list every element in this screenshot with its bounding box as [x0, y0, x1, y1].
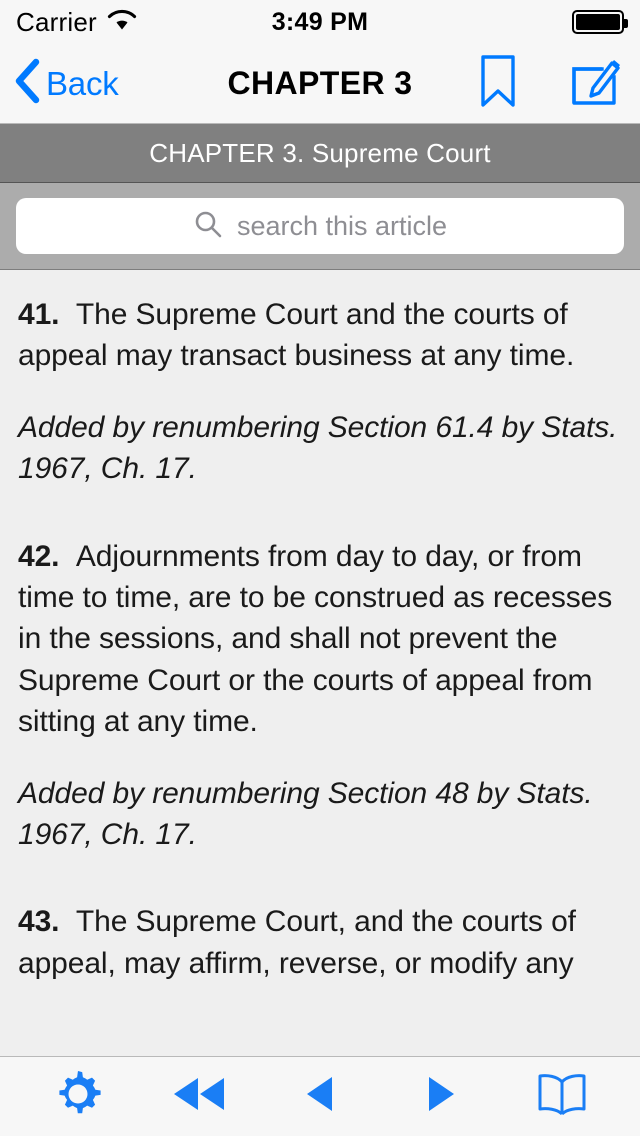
- section-body: 43. The Supreme Court, and the courts of …: [18, 901, 622, 984]
- rewind-icon: [171, 1074, 227, 1119]
- battery-level: [576, 14, 620, 30]
- chapter-header-title: CHAPTER 3. Supreme Court: [149, 137, 491, 168]
- settings-button[interactable]: [38, 1065, 118, 1129]
- section-text: The Supreme Court, and the courts of app…: [18, 905, 576, 980]
- triangle-right-icon: [425, 1074, 457, 1119]
- chapter-header: CHAPTER 3. Supreme Court: [0, 124, 640, 183]
- section-text: Adjournments from day to day, or from ti…: [18, 539, 613, 739]
- navigation-actions: [478, 54, 622, 113]
- battery-cap: [624, 19, 628, 28]
- article-section: 42. Adjournments from day to day, or from…: [18, 536, 622, 856]
- rewind-button[interactable]: [159, 1065, 239, 1129]
- carrier-label: Carrier: [16, 6, 97, 37]
- section-body: 41. The Supreme Court and the courts of a…: [18, 294, 622, 377]
- triangle-left-icon: [304, 1074, 336, 1119]
- section-citation: Added by renumbering Section 48 by Stats…: [18, 776, 593, 851]
- status-bar: Carrier 3:49 PM: [0, 0, 640, 44]
- status-bar-right: [572, 10, 628, 34]
- section-number: 42.: [18, 539, 60, 573]
- search-placeholder: search this article: [236, 210, 448, 241]
- bottom-toolbar: [0, 1056, 640, 1136]
- search-icon: [193, 209, 223, 244]
- article-section: 43. The Supreme Court, and the courts of …: [18, 901, 622, 984]
- navigation-bar: Back CHAPTER 3: [0, 44, 640, 124]
- app-screen: Carrier 3:49 PM Back CHAPTER 3 CHAPTER 3…: [0, 0, 640, 1136]
- next-button[interactable]: [401, 1065, 481, 1129]
- previous-button[interactable]: [280, 1065, 360, 1129]
- bookmark-button[interactable]: [478, 54, 518, 113]
- search-input[interactable]: search this article: [16, 198, 624, 254]
- section-body: 42. Adjournments from day to day, or from…: [18, 536, 622, 743]
- article-content[interactable]: 41. The Supreme Court and the courts of a…: [0, 270, 640, 1056]
- back-button-label: Back: [46, 64, 119, 102]
- gear-icon: [52, 1068, 104, 1125]
- chevron-left-icon: [14, 58, 40, 109]
- open-book-icon: [535, 1071, 589, 1122]
- status-bar-left: Carrier: [16, 7, 137, 38]
- compose-button[interactable]: [570, 55, 622, 112]
- bookmark-icon: [478, 54, 518, 113]
- library-button[interactable]: [522, 1065, 602, 1129]
- back-button[interactable]: Back: [14, 58, 119, 109]
- battery-full-icon: [572, 10, 628, 34]
- section-number: 41.: [18, 298, 60, 331]
- compose-icon: [570, 55, 622, 112]
- section-citation: Added by renumbering Section 61.4 by Sta…: [18, 410, 618, 486]
- section-number: 43.: [18, 905, 60, 939]
- article-section: 41. The Supreme Court and the courts of a…: [18, 294, 622, 490]
- section-text: The Supreme Court and the courts of appe…: [18, 298, 575, 373]
- wifi-icon: [107, 9, 137, 36]
- search-bar-container: search this article: [0, 183, 640, 270]
